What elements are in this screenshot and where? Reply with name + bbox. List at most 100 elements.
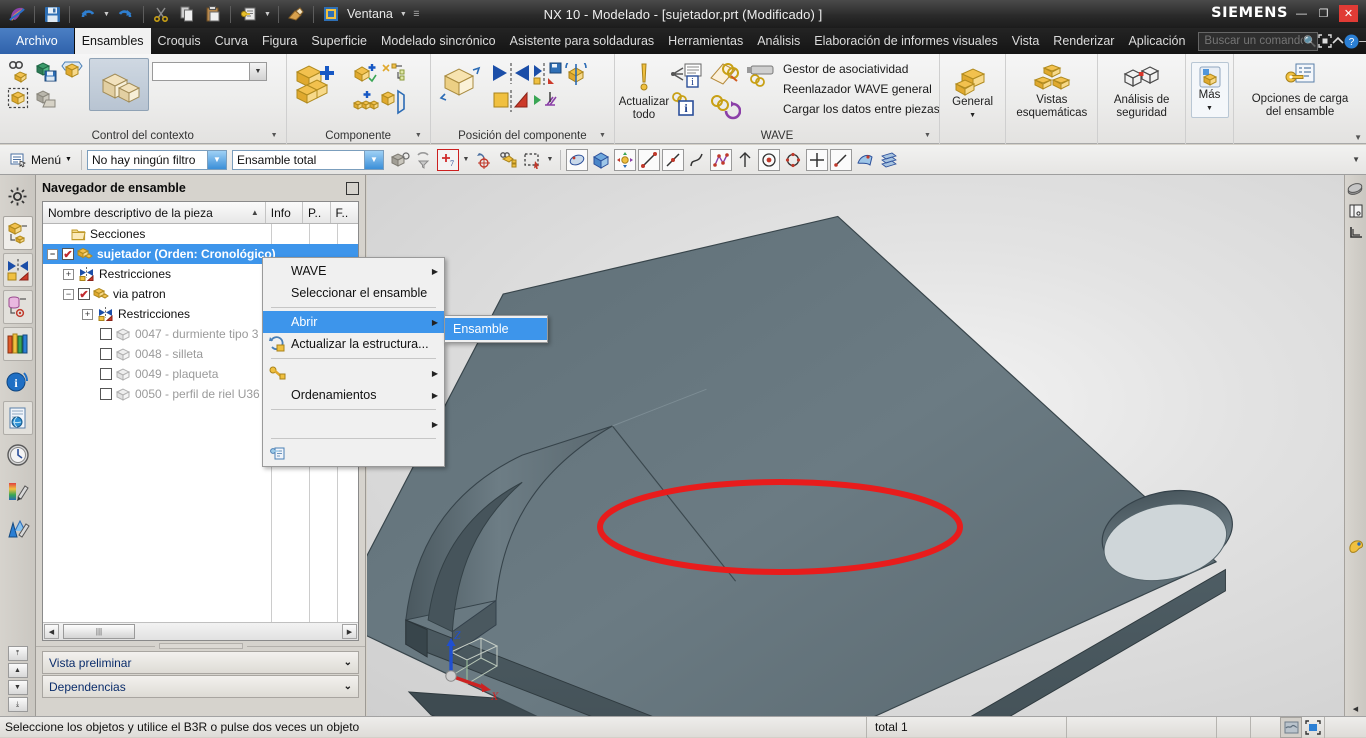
- qat-customize-caret[interactable]: ☰: [411, 3, 422, 25]
- undo-dropdown-caret[interactable]: ▼: [101, 3, 112, 25]
- save-work-part-icon[interactable]: [33, 58, 59, 84]
- mas-button[interactable]: Más ▼: [1190, 62, 1229, 118]
- snap-settings-icon[interactable]: [497, 149, 519, 171]
- sheet-body-select-icon[interactable]: [854, 149, 876, 171]
- tree-checkbox[interactable]: [100, 348, 112, 360]
- scroll-thumb[interactable]: |||: [63, 624, 135, 639]
- edge-select-icon[interactable]: [637, 148, 660, 171]
- column-header-p[interactable]: P..: [303, 202, 331, 223]
- vistas-esquematicas-button[interactable]: Vistas esquemáticas: [1012, 62, 1091, 122]
- tab-ensambles[interactable]: Ensambles: [74, 28, 151, 54]
- scroll-right-arrow[interactable]: ▶: [342, 624, 357, 639]
- wave-interface-linker-icon[interactable]: [745, 60, 779, 90]
- window-menu-caret[interactable]: ▼: [398, 3, 409, 25]
- work-part-button[interactable]: [89, 58, 149, 111]
- selection-step-caret[interactable]: ▼: [461, 149, 471, 171]
- graphics-window[interactable]: Z X ◀: [367, 175, 1366, 716]
- constraint-navigator-tab-icon[interactable]: [2, 253, 33, 287]
- world-view-icon[interactable]: [1280, 716, 1302, 738]
- properties-icon[interactable]: [236, 3, 260, 25]
- resbar-scroll-bottom-icon[interactable]: ⤓: [7, 697, 28, 712]
- column-header-nombre[interactable]: Nombre descriptivo de la pieza ▲: [43, 202, 266, 223]
- menu-item-orden-del-navegador[interactable]: Ordenamientos ▶: [263, 384, 444, 406]
- window-maximize-button[interactable]: ❐: [1314, 5, 1333, 22]
- wave-part-interface-icon[interactable]: i: [671, 91, 705, 121]
- menu-item-actualizar-estructura[interactable]: Actualizar la estructura...: [263, 333, 444, 355]
- group-expand-caret[interactable]: ▼: [599, 132, 606, 139]
- tree-checkbox[interactable]: ✔: [62, 248, 74, 261]
- app-minimize-icon[interactable]: —: [1359, 28, 1366, 54]
- search-icon[interactable]: 🔍: [1303, 35, 1317, 48]
- circle-select-icon[interactable]: [782, 149, 804, 171]
- new-parent-icon[interactable]: [380, 62, 406, 88]
- process-studio-tab-icon[interactable]: [3, 512, 33, 546]
- mas-caret[interactable]: ▼: [1206, 102, 1213, 115]
- eraser-icon[interactable]: [284, 3, 308, 25]
- tree-expander[interactable]: −: [47, 248, 58, 260]
- rectangle-select-icon[interactable]: [521, 149, 543, 171]
- datum-select-icon[interactable]: [734, 149, 756, 171]
- selection-filter-reset-icon[interactable]: [413, 149, 435, 171]
- add-component-icon[interactable]: [293, 62, 345, 110]
- selection-scope-combo[interactable]: Ensamble total ▼: [231, 149, 384, 170]
- line-select-icon[interactable]: [661, 148, 684, 171]
- search-input[interactable]: [1199, 35, 1304, 47]
- chevron-down-icon[interactable]: ⌄: [344, 681, 352, 692]
- system-materials-tab-icon[interactable]: [3, 475, 33, 509]
- menu-item-ordenamientos[interactable]: ▶: [263, 362, 444, 384]
- shaded-view-icon[interactable]: [1346, 178, 1366, 200]
- group-expand-caret[interactable]: ▼: [271, 132, 278, 139]
- column-header-info[interactable]: Info: [266, 202, 304, 223]
- find-component-icon[interactable]: [6, 58, 32, 84]
- tab-herramientas[interactable]: Herramientas: [661, 28, 750, 54]
- resbar-scroll-down-icon[interactable]: ▼: [7, 680, 28, 695]
- menu-item-propiedades[interactable]: [263, 442, 444, 464]
- toolbar-overflow-caret[interactable]: ▼: [1352, 155, 1360, 164]
- feature-select-icon[interactable]: [613, 148, 636, 171]
- remember-constraints-icon[interactable]: [532, 62, 562, 86]
- group-expand-caret[interactable]: ▼: [924, 132, 931, 139]
- tab-vista[interactable]: Vista: [1005, 28, 1047, 54]
- tab-aplicacion[interactable]: Aplicación: [1121, 28, 1192, 54]
- history-tab-icon[interactable]: [3, 438, 33, 472]
- move-component-icon[interactable]: [437, 62, 485, 108]
- ribbon-more-caret[interactable]: ▼: [1354, 133, 1362, 142]
- work-part-combo-arrow[interactable]: ▼: [249, 63, 266, 80]
- wave-item-reenlazador[interactable]: Reenlazador WAVE general: [783, 82, 940, 96]
- column-header-f[interactable]: F..: [331, 202, 358, 223]
- tab-croquis[interactable]: Croquis: [151, 28, 208, 54]
- tab-analisis[interactable]: Análisis: [750, 28, 807, 54]
- fullscreen-icon[interactable]: [1318, 28, 1332, 54]
- show-degrees-freedom-icon[interactable]: [491, 89, 531, 113]
- pattern-component-icon[interactable]: [352, 89, 379, 115]
- selection-step-icon[interactable]: 7: [436, 148, 459, 171]
- opciones-carga-button[interactable]: Opciones de carga del ensamble: [1240, 59, 1360, 121]
- point-select-icon[interactable]: [757, 148, 780, 171]
- selection-filter-arrow[interactable]: ▼: [206, 150, 226, 169]
- panel-vista-preliminar[interactable]: Vista preliminar ⌄: [42, 651, 359, 674]
- work-part-combo[interactable]: ▼: [152, 62, 267, 81]
- resbar-scroll-up-icon[interactable]: ▲: [7, 663, 28, 678]
- menu-item-mostrar-y-ocultar[interactable]: ▶: [263, 413, 444, 435]
- close-assembly-icon[interactable]: [33, 85, 59, 111]
- assembly-navigator-tab-icon[interactable]: [2, 216, 33, 250]
- group-expand-caret[interactable]: ▼: [415, 132, 422, 139]
- tab-informes-visuales[interactable]: Elaboración de informes visuales: [807, 28, 1004, 54]
- paste-icon[interactable]: [201, 3, 225, 25]
- menu-item-abrir[interactable]: Abrir ▶: [263, 311, 444, 333]
- panel-pin-icon[interactable]: [346, 181, 359, 195]
- command-search-box[interactable]: 🔍: [1198, 31, 1319, 51]
- actualizar-todo-button[interactable]: Actualizar todo: [619, 58, 669, 124]
- face-select-icon[interactable]: [565, 148, 588, 171]
- undo-icon[interactable]: [75, 3, 99, 25]
- new-component-icon[interactable]: [353, 62, 379, 88]
- tree-checkbox[interactable]: ✔: [78, 288, 90, 301]
- resbar-scroll-top-icon[interactable]: ⤒: [7, 646, 28, 661]
- selection-scope-arrow[interactable]: ▼: [363, 150, 383, 169]
- role-settings-icon[interactable]: [3, 179, 33, 213]
- cut-icon[interactable]: [149, 3, 173, 25]
- cad-model-sujetador[interactable]: [367, 175, 1366, 716]
- wave-item-cargar-datos[interactable]: Cargar los datos entre piezas: [783, 102, 940, 116]
- wave-geometry-linker-icon[interactable]: i: [670, 60, 705, 90]
- table-row[interactable]: Secciones: [43, 224, 358, 244]
